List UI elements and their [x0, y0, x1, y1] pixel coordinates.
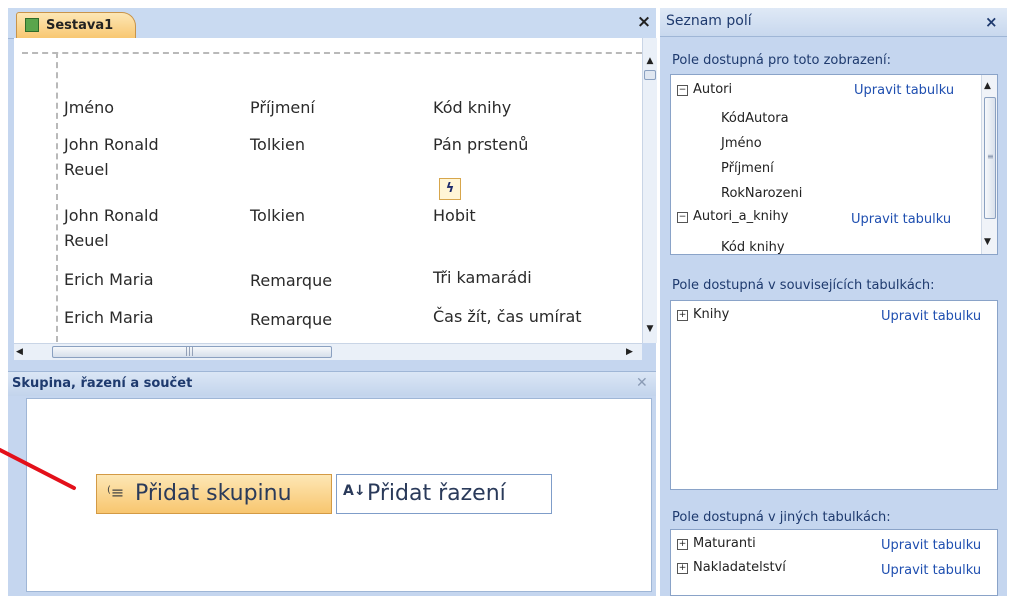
close-icon[interactable]: × — [636, 14, 652, 31]
table-cell-first-name[interactable]: Erich Maria — [64, 306, 154, 330]
table-cell-first-name[interactable]: John Ronald — [64, 204, 159, 228]
group-sort-total-header: Skupina, řazení a součet ✕ — [8, 371, 656, 396]
edit-table-link[interactable]: Upravit tabulku — [854, 83, 954, 98]
scroll-down-icon[interactable]: ▼ — [984, 237, 991, 247]
sort-az-icon: A↓ — [343, 483, 366, 499]
collapse-icon[interactable]: − — [677, 85, 688, 96]
column-header-kod-knihy[interactable]: Kód knihy — [433, 96, 511, 120]
margin-guide — [56, 52, 58, 342]
table-cell-book-code[interactable]: Hobit — [433, 204, 476, 228]
add-sort-button[interactable]: A↓ Přidat řazení — [336, 474, 552, 514]
group-icon: ⁽≡ — [107, 483, 125, 502]
add-group-label: Přidat skupinu — [135, 481, 292, 506]
scroll-down-icon[interactable]: ▼ — [643, 322, 657, 336]
table-name: Autori_a_knihy — [693, 209, 789, 224]
field-item[interactable]: Jméno — [721, 136, 762, 151]
collapse-icon[interactable]: − — [677, 212, 688, 223]
grip-icon: ||| — [185, 347, 195, 357]
vertical-scrollbar[interactable]: ▲ ▼ — [642, 38, 657, 343]
table-name: Knihy — [693, 307, 730, 322]
field-list-current[interactable]: − Autori Upravit tabulku KódAutora Jméno … — [670, 74, 998, 255]
close-icon[interactable]: ✕ — [636, 375, 648, 391]
document-tab-strip: Sestava1 × — [8, 8, 656, 39]
scroll-up-icon[interactable]: ▲ — [643, 54, 657, 68]
vertical-scrollbar[interactable]: ▲ ≡ ▼ — [981, 75, 997, 254]
tab-label: Sestava1 — [46, 18, 114, 33]
report-icon — [25, 18, 39, 32]
pane-header: Seznam polí × — [660, 8, 1007, 37]
column-header-prijmeni[interactable]: Příjmení — [250, 96, 315, 120]
grip-icon: ≡ — [987, 152, 994, 161]
add-sort-label: Přidat řazení — [367, 481, 506, 506]
table-cell-first-name-wrap[interactable]: Reuel — [64, 229, 109, 253]
scroll-right-icon[interactable]: ▶ — [626, 345, 638, 359]
close-icon[interactable]: × — [985, 13, 998, 31]
table-cell-first-name[interactable]: Erich Maria — [64, 268, 154, 292]
scroll-thumb[interactable] — [644, 70, 656, 80]
scroll-up-icon[interactable]: ▲ — [984, 81, 991, 91]
table-cell-first-name-wrap[interactable]: Reuel — [64, 158, 109, 182]
field-item[interactable]: Příjmení — [721, 161, 774, 176]
section-label-current: Pole dostupná pro toto zobrazení: — [672, 53, 892, 68]
table-cell-book-code[interactable]: Čas žít, čas umírat — [433, 305, 582, 329]
table-name: Maturanti — [693, 536, 756, 551]
add-group-button[interactable]: ⁽≡ Přidat skupinu — [96, 474, 332, 514]
table-node-autori[interactable]: − Autori — [677, 82, 732, 97]
expand-icon[interactable]: + — [677, 310, 688, 321]
table-node-autori-a-knihy[interactable]: − Autori_a_knihy — [677, 209, 788, 224]
panel-title: Skupina, řazení a součet — [12, 376, 193, 391]
report-canvas[interactable]: Jméno Příjmení Kód knihy John Ronald Reu… — [14, 38, 642, 343]
scroll-left-icon[interactable]: ◀ — [16, 345, 28, 359]
table-name: Autori — [693, 82, 733, 97]
section-label-related: Pole dostupná v souvisejících tabulkách: — [672, 278, 935, 293]
section-divider — [22, 52, 642, 54]
column-header-jmeno[interactable]: Jméno — [64, 96, 114, 120]
table-cell-last-name[interactable]: Remarque — [250, 308, 332, 332]
edit-table-link[interactable]: Upravit tabulku — [851, 212, 951, 227]
expand-icon[interactable]: + — [677, 539, 688, 550]
tab-sestava1[interactable]: Sestava1 — [16, 12, 136, 39]
table-cell-first-name[interactable]: John Ronald — [64, 133, 159, 157]
expand-icon[interactable]: + — [677, 563, 688, 574]
table-cell-last-name[interactable]: Tolkien — [250, 133, 305, 157]
table-node-nakladatelstvi[interactable]: + Nakladatelství — [677, 560, 786, 575]
table-cell-last-name[interactable]: Tolkien — [250, 204, 305, 228]
section-label-other: Pole dostupná v jiných tabulkách: — [672, 510, 891, 525]
annotation-arrow — [0, 448, 76, 490]
table-cell-book-code[interactable]: Pán prstenů — [433, 133, 528, 157]
scroll-thumb[interactable]: ||| — [52, 346, 332, 358]
edit-table-link[interactable]: Upravit tabulku — [881, 538, 981, 553]
table-node-maturanti[interactable]: + Maturanti — [677, 536, 756, 551]
field-list-other[interactable]: + Maturanti Upravit tabulku + Nakladatelst… — [670, 529, 998, 596]
smart-tag-icon[interactable]: ϟ — [439, 178, 461, 200]
edit-table-link[interactable]: Upravit tabulku — [881, 309, 981, 324]
edit-table-link[interactable]: Upravit tabulku — [881, 563, 981, 578]
field-list-related[interactable]: + Knihy Upravit tabulku — [670, 300, 998, 490]
field-item[interactable]: KódAutora — [721, 111, 789, 126]
table-cell-book-code[interactable]: Tři kamarádi — [433, 266, 532, 290]
horizontal-scrollbar[interactable]: ◀ ||| ▶ — [14, 343, 642, 360]
table-name: Nakladatelství — [693, 560, 786, 575]
table-node-knihy[interactable]: + Knihy — [677, 307, 729, 322]
field-item[interactable]: RokNarozeni — [721, 186, 802, 201]
field-list-pane: Seznam polí × Pole dostupná pro toto zob… — [660, 8, 1007, 596]
field-item[interactable]: Kód knihy — [721, 240, 785, 254]
table-cell-last-name[interactable]: Remarque — [250, 269, 332, 293]
scroll-thumb[interactable]: ≡ — [984, 97, 996, 219]
pane-title: Seznam polí — [666, 13, 752, 29]
